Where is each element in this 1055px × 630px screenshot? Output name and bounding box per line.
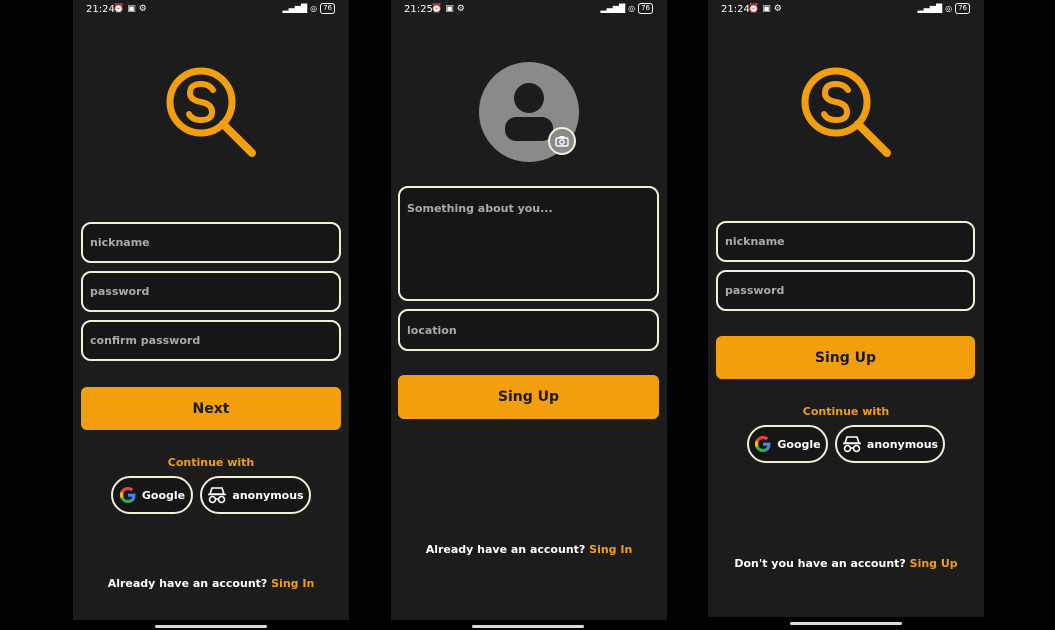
incognito-icon — [842, 436, 861, 453]
camera-icon[interactable] — [548, 127, 576, 155]
status-time: 21:24 — [721, 4, 750, 15]
signup-prompt: Don't you have an account? Sing Up — [708, 557, 984, 570]
nickname-field[interactable]: nickname — [81, 222, 341, 263]
status-bar: 21:25 ⏰▣⚙ ▂▄▆█ ◎ 76 — [391, 0, 667, 20]
next-button[interactable]: Next — [81, 387, 341, 430]
battery-icon: 76 — [955, 3, 970, 14]
google-icon — [119, 487, 136, 503]
status-right-icons: ▂▄▆█ ◎ 76 — [917, 3, 970, 14]
signup-screen-short: 21:24 ⏰▣⚙ ▂▄▆█ ◎ 76 nickname password Si… — [708, 0, 984, 617]
status-bar: 21:24 ⏰▣⚙ ▂▄▆█ ◎ 76 — [73, 0, 349, 20]
google-label: Google — [777, 437, 821, 451]
avatar-picker[interactable] — [479, 62, 579, 162]
anonymous-button[interactable]: anonymous — [835, 425, 945, 463]
status-bar: 21:24 ⏰▣⚙ ▂▄▆█ ◎ 76 — [708, 0, 984, 20]
home-indicator — [472, 625, 584, 628]
signin-prompt: Already have an account? Sing In — [73, 577, 349, 590]
signin-prompt-text: Already have an account? — [425, 543, 586, 556]
password-field[interactable]: password — [716, 270, 975, 311]
home-indicator — [155, 625, 267, 628]
anonymous-label: anonymous — [866, 437, 939, 451]
anonymous-label: anonymous — [232, 488, 304, 502]
signin-link[interactable]: Sing In — [271, 577, 314, 590]
signup-button[interactable]: Sing Up — [716, 336, 975, 379]
signup-button[interactable]: Sing Up — [398, 375, 659, 419]
continue-with-label: Continue with — [802, 405, 890, 418]
status-time: 21:25 — [404, 4, 433, 15]
signup-prompt-text: Don't you have an account? — [734, 557, 906, 570]
about-textarea[interactable]: Something about you... — [398, 186, 659, 301]
anonymous-button[interactable]: anonymous — [200, 476, 311, 514]
confirm-password-field[interactable]: confirm password — [81, 320, 341, 361]
battery-icon: 76 — [320, 3, 335, 14]
location-field[interactable]: location — [398, 309, 659, 351]
wifi-icon: ◎ — [628, 4, 636, 13]
signup-screen-step1: 21:24 ⏰▣⚙ ▂▄▆█ ◎ 76 nickname password co… — [73, 0, 349, 620]
status-notification-icons: ⏰▣⚙ — [113, 4, 150, 14]
status-notification-icons: ⏰▣⚙ — [748, 4, 785, 14]
google-button[interactable]: Google — [747, 425, 828, 463]
battery-icon: 76 — [638, 3, 653, 14]
wifi-icon: ◎ — [945, 4, 953, 13]
signin-prompt-text: Already have an account? — [107, 577, 268, 590]
incognito-icon — [208, 487, 227, 504]
nickname-field[interactable]: nickname — [716, 221, 975, 262]
google-icon — [755, 436, 771, 452]
google-button[interactable]: Google — [111, 476, 193, 514]
status-time: 21:24 — [86, 4, 115, 15]
status-right-icons: ▂▄▆█ ◎ 76 — [600, 3, 653, 14]
signin-prompt: Already have an account? Sing In — [391, 543, 667, 556]
signal-icon: ▂▄▆█ — [600, 4, 626, 13]
wifi-icon: ◎ — [310, 4, 318, 13]
status-notification-icons: ⏰▣⚙ — [431, 4, 468, 14]
signal-icon: ▂▄▆█ — [282, 4, 308, 13]
signup-screen-step2: 21:25 ⏰▣⚙ ▂▄▆█ ◎ 76 Something about you.… — [391, 0, 667, 620]
google-label: Google — [141, 488, 186, 502]
signin-link[interactable]: Sing In — [589, 543, 632, 556]
home-indicator — [790, 622, 902, 625]
password-field[interactable]: password — [81, 271, 341, 312]
continue-with-label: Continue with — [167, 456, 255, 469]
signal-icon: ▂▄▆█ — [917, 4, 943, 13]
status-right-icons: ▂▄▆█ ◎ 76 — [282, 3, 335, 14]
app-logo — [801, 67, 891, 157]
signup-link[interactable]: Sing Up — [910, 557, 958, 570]
app-logo — [166, 67, 256, 157]
